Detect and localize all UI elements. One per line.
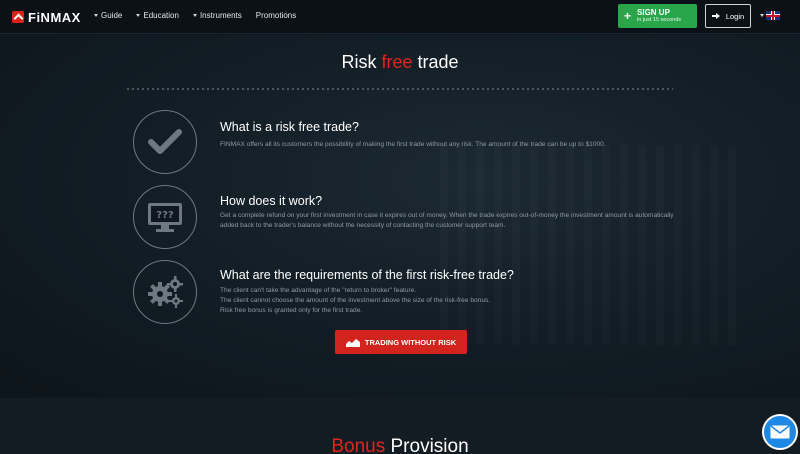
uk-flag-icon <box>766 11 780 20</box>
login-arrow-icon <box>711 12 722 20</box>
caret-down-icon <box>192 14 197 17</box>
language-selector[interactable] <box>760 11 780 20</box>
bonus-title-part: Provision <box>385 436 469 454</box>
cta-label: TRADING WITHOUT RISK <box>364 337 457 347</box>
nav-item-education[interactable]: Education <box>136 11 179 20</box>
login-label: Login <box>725 11 745 21</box>
checkmark-icon <box>133 110 197 174</box>
monitor-question-icon: ??? <box>133 185 197 249</box>
signup-label: SIGN UP <box>637 7 670 17</box>
gears-icon <box>133 260 197 324</box>
nav-item-promotions[interactable]: Promotions <box>256 11 296 20</box>
nav-item-guide[interactable]: Guide <box>94 11 122 20</box>
title-part: Risk <box>341 52 382 72</box>
signup-text: SIGN UP in just 15 seconds <box>637 7 682 24</box>
bonus-section: Bonus Provision <box>0 398 800 454</box>
logo-text: FiNMAX <box>28 9 81 25</box>
faq-answer: Get a complete refund on your first inve… <box>220 212 674 229</box>
nav-item-instruments[interactable]: Instruments <box>192 11 242 20</box>
logo-mark-icon <box>12 11 24 23</box>
contact-chat-button[interactable] <box>762 414 798 450</box>
faq-answer-line: The client cannot choose the amount of t… <box>220 296 491 304</box>
login-button[interactable]: Login <box>705 4 751 28</box>
signup-button[interactable]: + SIGN UP in just 15 seconds <box>618 4 697 28</box>
faq-question: What are the requirements of the first r… <box>220 268 514 282</box>
dotted-divider <box>127 88 673 90</box>
main-nav: Guide Education Instruments Promotions <box>94 11 296 20</box>
finmax-logo[interactable]: FiNMAX <box>12 8 81 26</box>
title-highlight: free <box>381 52 413 72</box>
trading-without-risk-button[interactable]: TRADING WITHOUT RISK <box>335 330 467 354</box>
bonus-title-highlight: Bonus <box>331 436 386 454</box>
faq-item: What is a risk free trade? FINMAX offers… <box>133 110 673 174</box>
nav-label: Instruments <box>199 11 242 20</box>
caret-down-icon <box>94 14 98 17</box>
faq-question: How does it work? <box>220 194 323 208</box>
nav-label: Guide <box>101 11 123 20</box>
caret-down-icon <box>760 14 764 17</box>
svg-text:???: ??? <box>156 210 174 221</box>
top-header: FiNMAX Guide Education Instruments Promo… <box>0 0 800 34</box>
signup-sublabel: in just 15 seconds <box>637 17 682 24</box>
faq-item: What are the requirements of the first r… <box>133 260 673 324</box>
faq-answer-line: The client can't take the advantage of t… <box>220 287 417 294</box>
section-title: Risk free trade <box>0 52 800 73</box>
nav-label: Education <box>143 11 179 20</box>
faq-question: What is a risk free trade? <box>220 120 359 134</box>
faq-answer-line: Risk free bonus is granted only for the … <box>220 306 363 314</box>
title-part: trade <box>412 52 459 72</box>
nav-label: Promotions <box>255 11 297 20</box>
faq-answer: FINMAX offers all its customers the poss… <box>220 141 606 148</box>
risk-free-section: Risk free trade What is a risk free trad… <box>0 35 800 398</box>
envelope-icon <box>770 425 790 439</box>
plus-icon: + <box>624 9 632 23</box>
faq-answer: The client can't take the advantage of t… <box>220 286 680 316</box>
caret-down-icon <box>136 14 141 17</box>
faq-item: ??? How does it work? Get a complete ref… <box>133 185 674 249</box>
chart-icon <box>345 338 360 347</box>
bonus-title: Bonus Provision <box>0 436 800 454</box>
